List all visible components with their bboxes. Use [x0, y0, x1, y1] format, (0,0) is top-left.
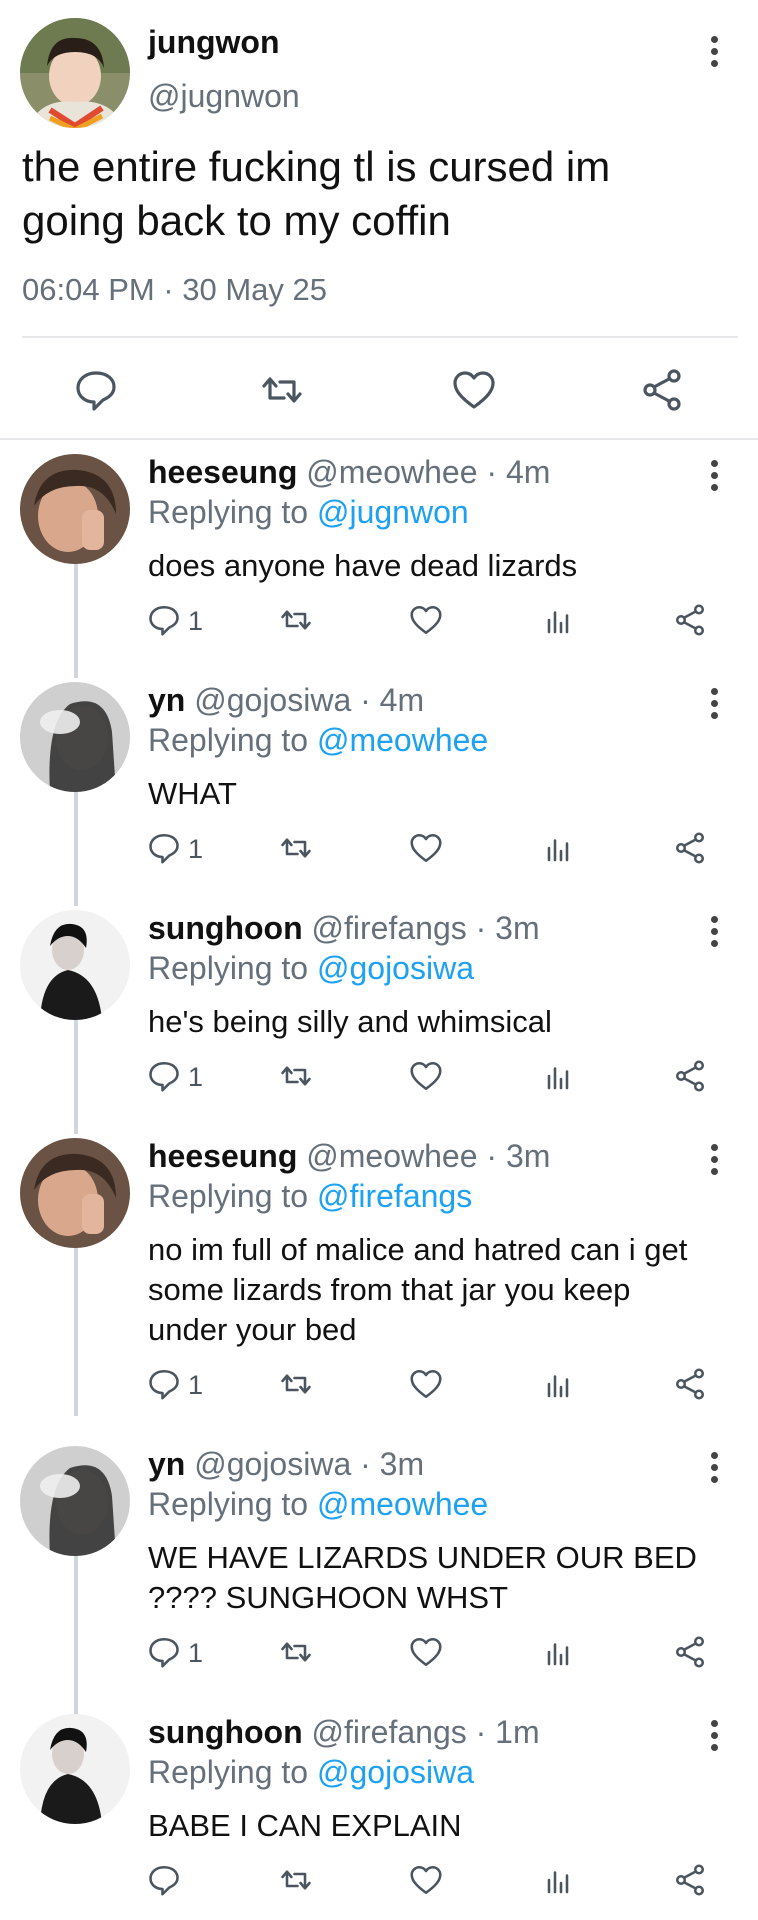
replying-to-link[interactable]: @meowhee — [317, 722, 488, 758]
reply-header: yn @gojosiwa · 3m — [148, 1446, 424, 1483]
author-handle[interactable]: @jugnwon — [148, 78, 300, 115]
reply-time: · 4m — [360, 682, 425, 718]
replying-to-link[interactable]: @gojosiwa — [317, 950, 474, 986]
replying-to-link[interactable]: @meowhee — [317, 1486, 488, 1522]
like-icon[interactable] — [450, 366, 498, 414]
reply-time: · 3m — [475, 910, 540, 946]
replying-to: Replying to @gojosiwa — [148, 950, 474, 986]
reply-time: · 3m — [360, 1446, 425, 1482]
more-options-icon[interactable] — [704, 456, 724, 496]
reply-time: · 3m — [486, 1138, 551, 1174]
retweet-icon[interactable] — [258, 366, 306, 414]
author-handle[interactable]: @firefangs — [312, 1714, 467, 1750]
tweet-timestamp: 06:04 PM · 30 May 25 — [22, 272, 327, 307]
author-handle[interactable]: @gojosiwa — [194, 1446, 351, 1482]
share-icon[interactable] — [638, 366, 686, 414]
reply-item[interactable]: yn @gojosiwa · 3m Replying to @meowhee W… — [0, 1446, 758, 1696]
author-name[interactable]: jungwon — [148, 24, 280, 61]
avatar-sunghoon[interactable] — [20, 910, 130, 1020]
reply-icon[interactable] — [72, 366, 120, 414]
reply-header: heeseung @meowhee · 4m — [148, 454, 550, 491]
reply-item[interactable]: heeseung @meowhee · 3m Replying to @fire… — [0, 1138, 758, 1418]
reply-header: sunghoon @firefangs · 3m — [148, 910, 540, 947]
author-name[interactable]: sunghoon — [148, 910, 303, 946]
reply-text: he's being silly and whimsical — [148, 1004, 552, 1039]
replying-to: Replying to @meowhee — [148, 1486, 489, 1522]
author-name[interactable]: heeseung — [148, 1138, 297, 1174]
avatar-yn[interactable] — [20, 1446, 130, 1556]
reply-item[interactable]: sunghoon @firefangs · 1m Replying to @go… — [0, 1714, 758, 1914]
avatar-sunghoon[interactable] — [20, 1714, 130, 1824]
reply-text: no im full of malice and hatred can i ge… — [148, 1232, 688, 1347]
divider — [22, 336, 738, 338]
author-name[interactable]: heeseung — [148, 454, 297, 490]
replying-to: Replying to @jugnwon — [148, 494, 469, 530]
reply-text: WHAT — [148, 776, 237, 811]
author-handle[interactable]: @meowhee — [306, 1138, 477, 1174]
avatar-heeseung[interactable] — [20, 1138, 130, 1248]
replying-to-link[interactable]: @firefangs — [317, 1178, 472, 1214]
reply-item[interactable]: heeseung @meowhee · 4m Replying to @jugn… — [0, 454, 758, 654]
reply-time: · 1m — [475, 1714, 540, 1750]
reply-item[interactable]: sunghoon @firefangs · 3m Replying to @go… — [0, 910, 758, 1110]
avatar-yn[interactable] — [20, 682, 130, 792]
author-name[interactable]: yn — [148, 682, 185, 718]
replying-to: Replying to @firefangs — [148, 1178, 473, 1214]
author-handle[interactable]: @firefangs — [312, 910, 467, 946]
more-options-icon[interactable] — [704, 684, 724, 724]
author-handle[interactable]: @meowhee — [306, 454, 477, 490]
reply-time: · 4m — [486, 454, 551, 490]
reply-count: 1 — [188, 1062, 204, 1092]
more-options-icon[interactable] — [704, 1448, 724, 1488]
reply-text: BABE I CAN EXPLAIN — [148, 1808, 462, 1843]
avatar-heeseung[interactable] — [20, 454, 130, 564]
reply-count: 1 — [188, 834, 204, 864]
reply-header: heeseung @meowhee · 3m — [148, 1138, 550, 1175]
reply-count: 1 — [188, 606, 204, 636]
reply-count: 1 — [188, 1370, 204, 1400]
reply-count: 1 — [188, 1638, 204, 1668]
reply-item[interactable]: yn @gojosiwa · 4m Replying to @meowhee W… — [0, 682, 758, 882]
more-options-icon[interactable] — [704, 1716, 724, 1756]
author-name[interactable]: yn — [148, 1446, 185, 1482]
replying-to-link[interactable]: @gojosiwa — [317, 1754, 474, 1790]
tweet-text: the entire fucking tl is cursed im going… — [22, 143, 611, 244]
author-handle[interactable]: @gojosiwa — [194, 682, 351, 718]
reply-header: sunghoon @firefangs · 1m — [148, 1714, 540, 1751]
more-options-icon[interactable] — [704, 32, 724, 72]
replying-to: Replying to @meowhee — [148, 722, 489, 758]
reply-text: does anyone have dead lizards — [148, 548, 578, 583]
author-name[interactable]: sunghoon — [148, 1714, 303, 1750]
reply-header: yn @gojosiwa · 4m — [148, 682, 424, 719]
replying-to: Replying to @gojosiwa — [148, 1754, 474, 1790]
avatar-jungwon[interactable] — [20, 18, 130, 128]
more-options-icon[interactable] — [704, 1140, 724, 1180]
divider — [0, 438, 758, 440]
reply-text: WE HAVE LIZARDS UNDER OUR BED ???? SUNGH… — [148, 1540, 697, 1615]
replying-to-link[interactable]: @jugnwon — [317, 494, 469, 530]
more-options-icon[interactable] — [704, 912, 724, 952]
